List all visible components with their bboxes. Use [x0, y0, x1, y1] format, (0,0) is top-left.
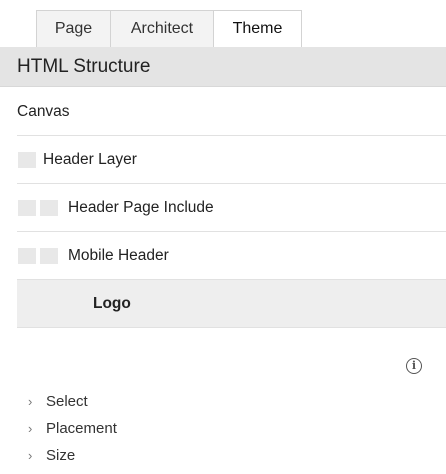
- indent-marker: [18, 200, 36, 216]
- indent-marker: [18, 152, 36, 168]
- tab-theme[interactable]: Theme: [213, 10, 302, 49]
- tree-row-label: Mobile Header: [68, 247, 169, 264]
- property-accordion: › Select › Placement › Size: [28, 388, 117, 469]
- tree-row-logo[interactable]: Logo: [17, 280, 446, 328]
- info-circle-icon[interactable]: i: [406, 358, 422, 374]
- indent-marker: [40, 200, 58, 216]
- tree-row-label: Header Page Include: [68, 199, 214, 216]
- accordion-placement[interactable]: › Placement: [28, 415, 117, 442]
- accordion-label: Select: [46, 393, 88, 410]
- tree-row-header-layer[interactable]: Header Layer: [17, 136, 446, 184]
- tab-bar: Page Architect Theme: [0, 0, 446, 49]
- html-structure-header: HTML Structure: [0, 47, 446, 87]
- chevron-right-icon: ›: [28, 421, 33, 436]
- tab-page[interactable]: Page: [36, 10, 111, 47]
- tree-row-header-page-include[interactable]: Header Page Include: [17, 184, 446, 232]
- indent-marker: [40, 248, 58, 264]
- accordion-label: Size: [46, 447, 76, 464]
- structure-tree: Canvas Header Layer Header Page Include …: [17, 88, 446, 328]
- chevron-right-icon: ›: [28, 394, 33, 409]
- tree-row-canvas[interactable]: Canvas: [17, 88, 446, 136]
- tree-row-label: Header Layer: [43, 151, 137, 168]
- tree-row-label: Canvas: [17, 103, 70, 120]
- properties-panel: Page Architect Theme HTML Structure Canv…: [0, 0, 446, 474]
- tree-row-label: Logo: [93, 295, 131, 312]
- chevron-right-icon: ›: [28, 448, 33, 463]
- accordion-select[interactable]: › Select: [28, 388, 117, 415]
- indent-marker: [18, 248, 36, 264]
- accordion-label: Placement: [46, 420, 117, 437]
- tab-architect[interactable]: Architect: [110, 10, 214, 47]
- accordion-size[interactable]: › Size: [28, 442, 117, 469]
- tree-row-mobile-header[interactable]: Mobile Header: [17, 232, 446, 280]
